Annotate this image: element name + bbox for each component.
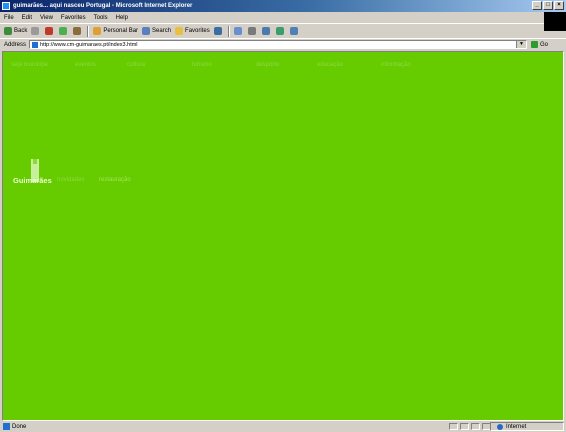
print-button[interactable] (247, 27, 258, 35)
address-input[interactable]: http://www.cm-guimaraes.pt/index3.html ▼ (29, 40, 528, 49)
status-pane (460, 423, 469, 430)
search-button[interactable]: Search (142, 27, 171, 35)
back-arrow-icon (4, 27, 12, 35)
close-button[interactable]: × (554, 1, 564, 10)
forward-arrow-icon (31, 27, 40, 35)
nav-educacao[interactable]: educação (317, 62, 343, 68)
menu-bar: File Edit View Favorites Tools Help (0, 12, 566, 23)
mail-button[interactable] (233, 27, 244, 35)
nav-cultura[interactable]: cultura (127, 62, 145, 68)
search-label: Search (152, 28, 172, 34)
address-bar: Address http://www.cm-guimaraes.pt/index… (0, 38, 566, 50)
back-button[interactable]: Back (4, 27, 27, 35)
stop-icon (45, 27, 54, 35)
edit-icon (261, 27, 270, 35)
mail-icon (233, 27, 242, 35)
windows-logo-icon (544, 12, 566, 31)
nav-desporto[interactable]: desporto (256, 62, 279, 68)
link-restauracao[interactable]: restauração (99, 177, 131, 183)
go-button[interactable]: Go (531, 41, 548, 48)
menu-edit[interactable]: Edit (18, 15, 36, 21)
status-bar: Done Internet (0, 421, 566, 432)
personal-bar-icon (93, 27, 102, 35)
stop-button[interactable] (45, 27, 55, 35)
nav-eventos[interactable]: eventos (75, 62, 96, 68)
print-icon (247, 27, 256, 35)
window-title: guimarães... aqui nasceu Portugal - Micr… (13, 3, 193, 9)
page-content: seja munícipe eventos cultura turismo de… (2, 51, 564, 421)
title-bar[interactable]: guimarães... aqui nasceu Portugal - Micr… (0, 0, 566, 12)
status-pane (471, 423, 480, 430)
favorites-icon (175, 27, 184, 35)
nav-seja-municipe[interactable]: seja munícipe (11, 62, 48, 68)
search-icon (142, 27, 151, 35)
maximize-button[interactable]: □ (543, 1, 553, 10)
nav-informacao[interactable]: informação (381, 62, 411, 68)
security-zone: Internet (490, 422, 564, 431)
zone-label: Internet (506, 423, 527, 430)
browser-window: guimarães... aqui nasceu Portugal - Micr… (0, 0, 566, 432)
ie-app-icon[interactable] (2, 2, 10, 10)
logo-name[interactable]: Guimarães (13, 176, 52, 185)
address-dropdown-icon[interactable]: ▼ (516, 41, 527, 48)
toolbar: Back Personal Bar Search Favorites (0, 23, 544, 38)
home-button[interactable] (73, 27, 83, 35)
go-arrow-icon (531, 41, 539, 48)
menu-file[interactable]: File (0, 15, 18, 21)
window-controls: _ □ × (532, 1, 564, 10)
toolbar-separator (87, 25, 90, 37)
globe-icon (497, 423, 503, 430)
discuss-button[interactable] (275, 27, 286, 35)
minimize-button[interactable]: _ (532, 1, 542, 10)
favorites-button[interactable]: Favorites (175, 27, 210, 35)
status-text: Done (12, 423, 27, 430)
discuss-icon (275, 27, 284, 35)
personal-bar-label: Personal Bar (103, 28, 139, 34)
history-button[interactable] (213, 27, 224, 35)
nav-turismo[interactable]: turismo (192, 62, 212, 68)
history-icon (213, 27, 222, 35)
status-panes (449, 423, 493, 430)
messenger-icon (289, 27, 298, 35)
menu-favorites[interactable]: Favorites (57, 15, 90, 21)
back-label: Back (14, 28, 28, 34)
refresh-icon (59, 27, 68, 35)
address-label: Address (4, 41, 27, 48)
messenger-button[interactable] (289, 27, 300, 35)
menu-view[interactable]: View (36, 15, 57, 21)
status-pane (449, 423, 458, 430)
home-icon (73, 27, 82, 35)
refresh-button[interactable] (59, 27, 69, 35)
favorites-label: Favorites (185, 28, 210, 34)
menu-help[interactable]: Help (112, 15, 132, 21)
link-novidades[interactable]: novidades (57, 177, 84, 183)
page-icon (32, 41, 39, 48)
forward-button[interactable] (31, 27, 41, 35)
personal-bar-button[interactable]: Personal Bar (93, 27, 138, 35)
toolbar-separator (227, 25, 230, 37)
edit-button[interactable] (261, 27, 272, 35)
menu-tools[interactable]: Tools (90, 15, 112, 21)
go-label: Go (540, 41, 549, 48)
page-done-icon (3, 423, 10, 430)
address-url[interactable]: http://www.cm-guimaraes.pt/index3.html (40, 42, 516, 48)
